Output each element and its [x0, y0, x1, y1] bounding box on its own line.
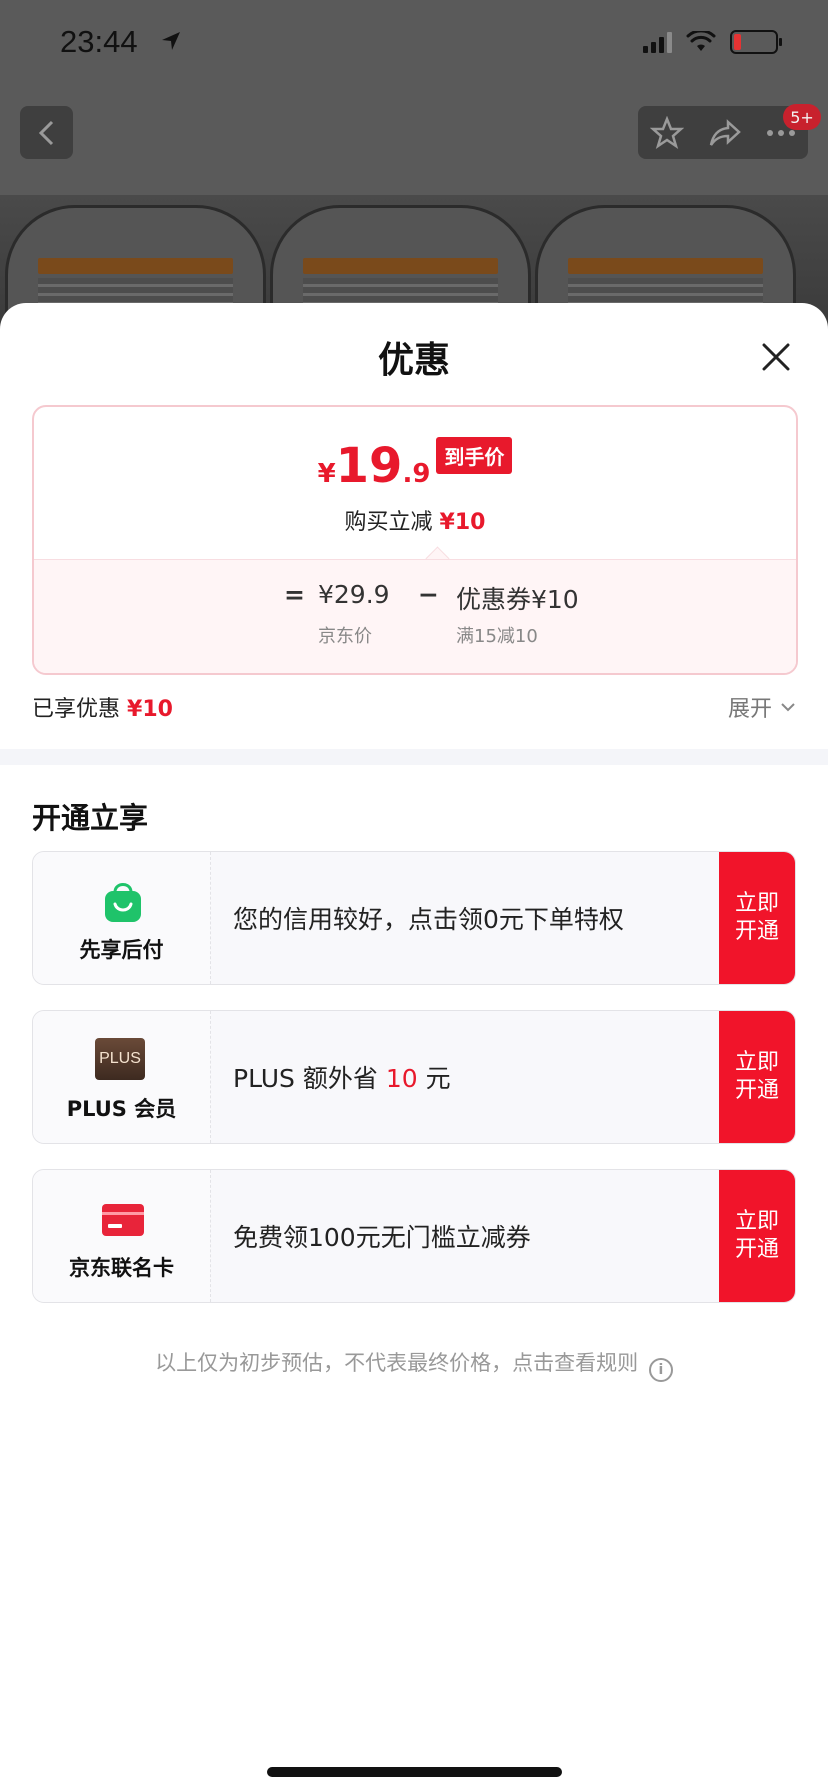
offer-pay-later[interactable]: 先享后付 您的信用较好，点击领0元下单特权 立即开通 — [32, 851, 796, 985]
jd-price: ¥29.9 — [318, 580, 390, 609]
coupon-label: 满15减10 — [456, 626, 538, 647]
enjoyed-discount: 已享优惠 ¥10 — [32, 691, 173, 723]
coupon-amount: 优惠券¥10 — [456, 585, 579, 614]
chevron-left-icon — [38, 120, 53, 145]
offer-text-post: 元 — [417, 1064, 451, 1093]
activate-button[interactable]: 立即开通 — [719, 852, 795, 984]
back-button[interactable] — [20, 106, 73, 159]
plus-badge-icon: PLUS — [95, 1038, 145, 1080]
price-breakdown: = ¥29.9 − 优惠券¥10 京东价 满15减10 — [34, 559, 796, 673]
info-icon[interactable]: i — [648, 1358, 673, 1382]
final-price-tag: 到手价 — [436, 437, 513, 474]
instant-discount-label: 购买立减 — [344, 510, 433, 535]
expand-button[interactable]: 展开 — [728, 691, 796, 723]
activate-button[interactable]: 立即开通 — [719, 1170, 795, 1302]
wifi-icon — [686, 31, 716, 51]
equals-sign: = — [284, 580, 305, 609]
instant-discount-amount: ¥10 — [439, 510, 486, 535]
signal-icon — [643, 31, 672, 53]
price-card: ¥19.9到手价 购买立减 ¥10 = ¥29.9 − 优惠券¥10 京东价 满… — [32, 405, 798, 675]
minus-sign: − — [418, 580, 439, 609]
footnote-text: 以上仅为初步预估，不代表最终价格，点击查看规则 — [155, 1351, 639, 1375]
card-icon — [102, 1204, 144, 1236]
offer-text-amount: 10 — [385, 1064, 418, 1093]
offer-cobranded-card[interactable]: 京东联名卡 免费领100元无门槛立减券 立即开通 — [32, 1169, 796, 1303]
enjoyed-amount: ¥10 — [127, 697, 173, 722]
shopping-bag-icon — [98, 880, 148, 924]
battery-icon — [730, 30, 782, 54]
expand-label: 展开 — [727, 697, 772, 722]
offer-name: 先享后付 — [79, 938, 164, 962]
section-divider — [0, 749, 828, 765]
location-arrow-icon — [162, 32, 180, 50]
rules-footnote[interactable]: 以上仅为初步预估，不代表最终价格，点击查看规则 i — [0, 1347, 828, 1382]
status-time: 23:44 — [60, 24, 138, 59]
close-icon[interactable] — [758, 339, 794, 375]
activate-button[interactable]: 立即开通 — [719, 1011, 795, 1143]
offer-text: 免费领100元无门槛立减券 — [233, 1223, 531, 1252]
section-title: 开通立享 — [32, 801, 149, 835]
offer-text: PLUS 额外省 10 元 — [233, 1059, 451, 1095]
final-price: ¥19.9到手价 — [34, 437, 796, 494]
home-indicator[interactable] — [267, 1767, 562, 1777]
star-icon[interactable] — [650, 115, 684, 150]
offer-text-pre: PLUS 额外省 — [233, 1064, 386, 1093]
offer-text: 您的信用较好，点击领0元下单特权 — [233, 905, 624, 934]
price-currency: ¥ — [317, 459, 336, 489]
price-integer: 19 — [335, 438, 403, 494]
jd-price-label: 京东价 — [318, 626, 372, 647]
notification-badge: 5+ — [783, 104, 821, 130]
discount-sheet: 优惠 ¥19.9到手价 购买立减 ¥10 = ¥29.9 − 优惠券¥10 京东… — [0, 303, 828, 1792]
price-decimal: .9 — [402, 459, 431, 489]
enjoyed-label: 已享优惠 — [32, 697, 121, 722]
offer-name: 京东联名卡 — [69, 1256, 174, 1280]
chevron-down-icon — [781, 703, 795, 712]
share-icon[interactable] — [708, 116, 742, 150]
offer-plus-member[interactable]: PLUS PLUS 会员 PLUS 额外省 10 元 立即开通 — [32, 1010, 796, 1144]
offer-name: PLUS 会员 — [66, 1097, 177, 1121]
instant-discount: 购买立减 ¥10 — [34, 504, 796, 536]
sheet-title: 优惠 — [377, 340, 450, 381]
